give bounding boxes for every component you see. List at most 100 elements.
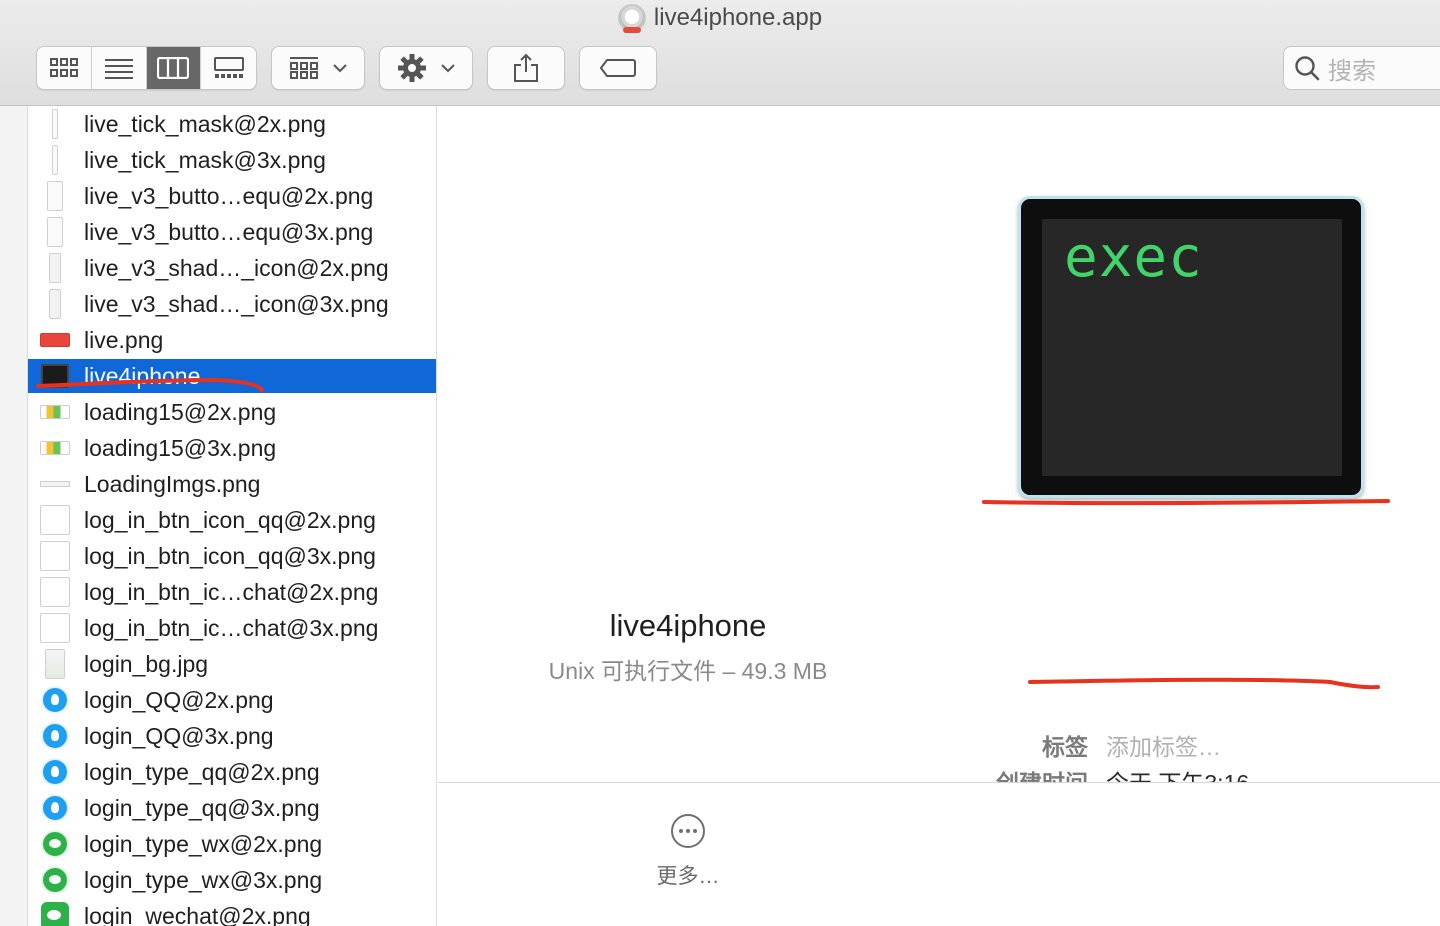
column-view-button[interactable] bbox=[146, 47, 202, 89]
file-row[interactable]: login_bg.jpg bbox=[28, 647, 436, 681]
file-row[interactable]: loading15@3x.png bbox=[28, 431, 436, 465]
unix-executable-large-icon: exec bbox=[1018, 196, 1364, 498]
tall-image-icon-shape bbox=[47, 217, 63, 247]
more-info-button[interactable]: 更多… bbox=[0, 814, 1440, 890]
wechat-square-icon bbox=[40, 901, 70, 926]
window-title-text: live4iphone.app bbox=[653, 4, 823, 31]
tall-image-icon bbox=[40, 217, 70, 247]
file-row[interactable]: login_type_qq@2x.png bbox=[28, 755, 436, 789]
file-name: login_type_qq@2x.png bbox=[84, 758, 320, 785]
file-row[interactable]: log_in_btn_icon_qq@2x.png bbox=[28, 503, 436, 537]
more-label: 更多… bbox=[656, 865, 720, 888]
group-by-button[interactable] bbox=[271, 46, 365, 90]
search-icon bbox=[1295, 56, 1320, 81]
search-placeholder: 搜索 bbox=[1328, 57, 1376, 85]
view-mode-segmented-control bbox=[36, 46, 257, 90]
red-label-image-icon bbox=[40, 325, 70, 355]
file-name: login_QQ@3x.png bbox=[84, 722, 274, 749]
blank-image-icon-shape bbox=[40, 541, 70, 571]
file-row[interactable]: live.png bbox=[28, 323, 436, 357]
file-row[interactable]: live_v3_butto…equ@2x.png bbox=[28, 179, 436, 213]
preview-divider bbox=[438, 782, 1440, 783]
shadow-image-icon-shape bbox=[49, 289, 61, 319]
file-column-list: live_tick_mask@2x.png live_tick_mask@3x.p… bbox=[28, 106, 437, 926]
blank-image-icon-shape bbox=[40, 505, 70, 535]
shadow-image-icon bbox=[40, 253, 70, 283]
qq-icon-shape bbox=[41, 686, 69, 714]
file-name: live4iphone bbox=[84, 362, 201, 389]
column-view-icon bbox=[157, 57, 190, 79]
action-menu-button[interactable] bbox=[379, 46, 473, 90]
tall-image-icon-shape bbox=[47, 181, 63, 211]
terminal-screen: exec bbox=[1042, 219, 1342, 476]
file-name: live_v3_shad…_icon@2x.png bbox=[84, 254, 389, 281]
blank-image-icon-shape bbox=[40, 613, 70, 643]
file-row[interactable]: log_in_btn_ic…chat@3x.png bbox=[28, 611, 436, 645]
blank-image-icon-shape bbox=[40, 577, 70, 607]
blank-image-icon bbox=[40, 577, 70, 607]
loading-image-icon-shape bbox=[40, 441, 70, 455]
file-row[interactable]: login_wechat@2x.png bbox=[28, 899, 436, 926]
file-row[interactable]: log_in_btn_icon_qq@3x.png bbox=[28, 539, 436, 573]
toolbar: live4iphone.app 搜索 bbox=[0, 0, 1440, 106]
file-name: live_v3_shad…_icon@3x.png bbox=[84, 290, 389, 317]
search-field[interactable]: 搜索 bbox=[1283, 46, 1440, 90]
file-name: log_in_btn_icon_qq@3x.png bbox=[84, 542, 376, 569]
shadow-image-icon bbox=[40, 289, 70, 319]
previous-column-edge bbox=[0, 106, 28, 926]
share-button[interactable] bbox=[487, 46, 565, 90]
file-row[interactable]: loading15@2x.png bbox=[28, 395, 436, 429]
file-row[interactable]: login_QQ@2x.png bbox=[28, 683, 436, 717]
file-name: log_in_btn_ic…chat@3x.png bbox=[84, 614, 379, 641]
terminal-exec-icon-shape bbox=[41, 364, 69, 388]
file-name: login_bg.jpg bbox=[84, 650, 209, 677]
file-row[interactable]: login_QQ@3x.png bbox=[28, 719, 436, 753]
file-name: live.png bbox=[84, 326, 164, 353]
loading-image-icon-shape bbox=[40, 405, 70, 419]
file-row[interactable]: live_v3_shad…_icon@2x.png bbox=[28, 251, 436, 285]
file-row[interactable]: live_tick_mask@3x.png bbox=[28, 143, 436, 177]
icon-view-button[interactable] bbox=[37, 47, 92, 89]
file-name: loading15@2x.png bbox=[84, 398, 277, 425]
file-name: live_v3_butto…equ@2x.png bbox=[84, 182, 374, 209]
gear-icon bbox=[398, 54, 426, 82]
blank-image-icon bbox=[40, 505, 70, 535]
file-row[interactable]: log_in_btn_ic…chat@2x.png bbox=[28, 575, 436, 609]
file-row[interactable]: live_v3_shad…_icon@3x.png bbox=[28, 287, 436, 321]
qq-icon bbox=[40, 721, 70, 751]
list-view-button[interactable] bbox=[92, 47, 147, 89]
gallery-view-button[interactable] bbox=[201, 47, 256, 89]
file-name: loading15@3x.png bbox=[84, 434, 277, 461]
blank-image-icon bbox=[40, 613, 70, 643]
more-ellipsis-icon bbox=[671, 814, 705, 848]
file-row[interactable]: live_tick_mask@2x.png bbox=[28, 107, 436, 141]
group-by-icon bbox=[290, 57, 318, 79]
file-name: log_in_btn_ic…chat@2x.png bbox=[84, 578, 379, 605]
wechat-square-icon-shape bbox=[41, 902, 69, 926]
file-row-selected[interactable]: live4iphone bbox=[28, 359, 436, 393]
file-row[interactable]: LoadingImgs.png bbox=[28, 467, 436, 501]
qq-icon-shape bbox=[41, 722, 69, 750]
loading-image-icon bbox=[40, 397, 70, 427]
tag-icon bbox=[600, 59, 636, 77]
file-name: live_v3_butto…equ@3x.png bbox=[84, 218, 374, 245]
red-label-image-icon-shape bbox=[40, 333, 70, 347]
list-view-icon bbox=[104, 59, 133, 79]
strip-image-icon bbox=[40, 469, 70, 499]
thin-image-icon bbox=[40, 109, 70, 139]
qq-icon bbox=[40, 757, 70, 787]
file-name: live_tick_mask@3x.png bbox=[84, 146, 326, 173]
edit-tags-button[interactable] bbox=[579, 46, 657, 90]
thin-image-icon-shape bbox=[52, 145, 58, 175]
thin-image-icon bbox=[40, 145, 70, 175]
share-icon bbox=[514, 53, 538, 82]
file-name: LoadingImgs.png bbox=[84, 470, 261, 497]
file-name: login_QQ@2x.png bbox=[84, 686, 274, 713]
file-row[interactable]: live_v3_butto…equ@3x.png bbox=[28, 215, 436, 249]
window-title: live4iphone.app bbox=[0, 4, 1440, 33]
icon-view-icon bbox=[49, 58, 78, 77]
background-image-icon-shape bbox=[45, 649, 65, 679]
tall-image-icon bbox=[40, 181, 70, 211]
file-name: log_in_btn_icon_qq@2x.png bbox=[84, 506, 376, 533]
terminal-exec-icon bbox=[40, 361, 70, 391]
